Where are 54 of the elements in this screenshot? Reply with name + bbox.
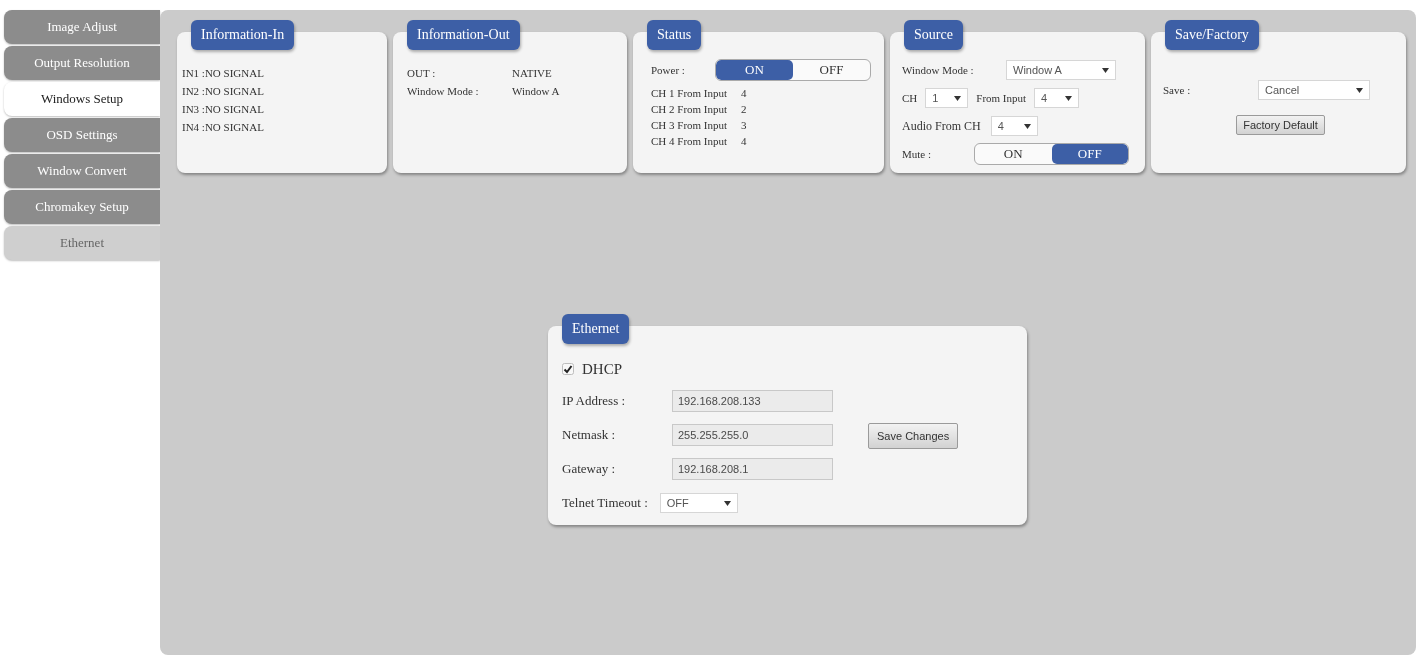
panel-title: Source <box>904 20 963 50</box>
caret-icon <box>1065 95 1073 101</box>
toggle-option[interactable]: ON <box>716 60 793 80</box>
channel-label: CH 4 From Input <box>651 134 729 149</box>
panel-title: Information-Out <box>407 20 520 50</box>
from-input-label: From Input <box>976 92 1027 104</box>
toggle-option[interactable]: OFF <box>793 60 870 80</box>
save-changes-button[interactable]: Save Changes <box>868 422 959 449</box>
panel-title: Ethernet <box>562 314 630 344</box>
channel-value: 4 <box>741 134 748 149</box>
caret-icon <box>1023 123 1031 129</box>
mute-label: Mute : <box>902 148 933 160</box>
channel-label: CH 1 From Input <box>651 86 729 101</box>
dhcp-label: DHCP <box>582 360 622 378</box>
signal-status-text: IN3 :NO SIGNAL <box>182 102 265 117</box>
caret-icon <box>954 95 962 101</box>
window-mode-label: Window Mode : <box>902 64 975 76</box>
dhcp-checkbox[interactable] <box>562 363 574 375</box>
telnet-timeout-label: Telnet Timeout : <box>562 495 648 511</box>
caret-icon <box>1102 67 1109 73</box>
channel-value: 3 <box>741 118 748 133</box>
info-label: Window Mode : <box>407 84 480 99</box>
info-value: NATIVE <box>512 66 553 81</box>
toggle-option[interactable]: ON <box>975 144 1052 164</box>
field-label: Netmask : <box>562 427 617 443</box>
signal-status-text: IN4 :NO SIGNAL <box>182 120 265 135</box>
channel-label: CH 2 From Input <box>651 102 729 117</box>
panel-title: Status <box>647 20 702 50</box>
channel-label: CH <box>902 92 918 104</box>
caret-icon <box>723 500 731 506</box>
signal-status-text: IN2 :NO SIGNAL <box>182 84 265 99</box>
input-select[interactable]: 4 <box>1034 88 1080 108</box>
info-label: OUT : <box>407 66 437 81</box>
field-label: Gateway : <box>562 461 617 477</box>
audio-channel-select[interactable]: 4 <box>990 116 1038 136</box>
audio-label: Audio From CH <box>902 118 981 134</box>
info-value: Window A <box>512 84 561 99</box>
power-label: Power : <box>651 64 686 76</box>
channel-value: 4 <box>741 86 748 101</box>
save-label: Save : <box>1163 84 1192 96</box>
telnet-timeout-select[interactable]: OFF <box>659 493 738 513</box>
factory-default-button[interactable]: Factory Default <box>1236 115 1325 135</box>
toggle-option[interactable]: OFF <box>1051 144 1128 164</box>
field-label: IP Address : <box>562 393 627 409</box>
sidebar-item[interactable]: Windows Setup <box>4 82 160 116</box>
caret-icon <box>1356 87 1363 93</box>
signal-status-text: IN1 :NO SIGNAL <box>182 66 265 81</box>
panel-title: Information-In <box>191 20 295 50</box>
channel-value: 2 <box>741 102 748 117</box>
window-mode-select[interactable]: Window A <box>1006 60 1116 80</box>
save-select[interactable]: Cancel <box>1258 80 1370 100</box>
channel-select[interactable]: 1 <box>925 88 969 108</box>
panel-title: Save/Factory <box>1165 20 1259 50</box>
channel-label: CH 3 From Input <box>651 118 729 133</box>
